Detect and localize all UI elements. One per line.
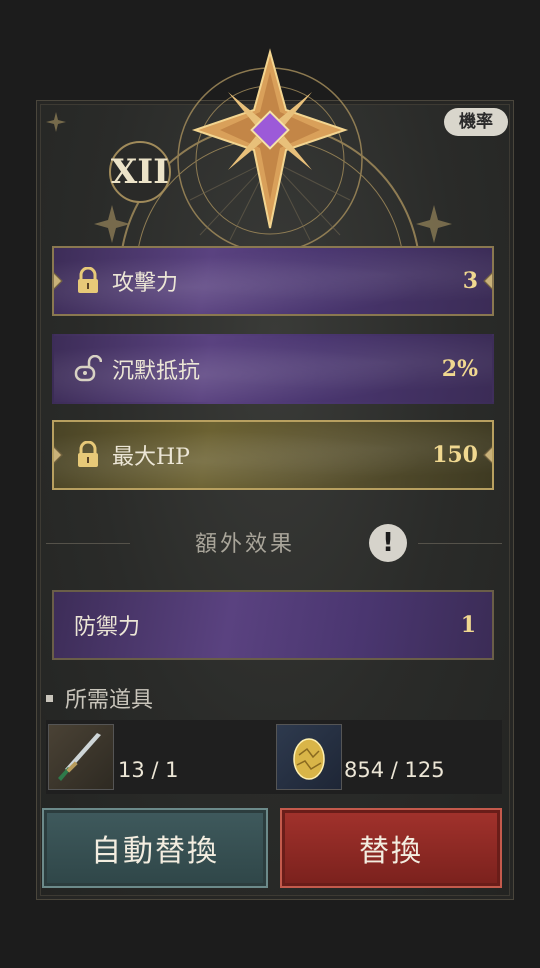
extra-effect-value: 1: [460, 612, 476, 638]
required-items-row: [46, 720, 502, 794]
bullet-icon: [46, 694, 53, 702]
extra-effect-title: 額外效果: [194, 532, 295, 557]
info-alert-icon[interactable]: !: [369, 524, 407, 562]
auto-replace-button[interactable]: 自動替換: [42, 808, 268, 888]
divider: [418, 543, 502, 544]
stat-row-attack[interactable]: 攻擊力 3: [52, 246, 494, 316]
stat-name: 攻擊力: [112, 271, 179, 296]
stat-value: 3: [462, 268, 478, 294]
stat-name: 最大HP: [112, 445, 190, 470]
stat-name: 沉默抵抗: [112, 359, 201, 384]
stat-row-silence-resist[interactable]: 沉默抵抗 2%: [52, 334, 494, 404]
dagger-icon[interactable]: [48, 724, 114, 790]
item-count: 854 / 125: [344, 758, 445, 782]
stat-row-max-hp[interactable]: 最大HP 150: [52, 420, 494, 490]
unlock-icon[interactable]: [68, 349, 108, 389]
gold-egg-icon[interactable]: [276, 724, 342, 790]
extra-effect-name: 防禦力: [74, 615, 141, 640]
replace-button[interactable]: 替換: [280, 808, 502, 888]
stat-value: 2%: [441, 356, 478, 382]
divider: [46, 543, 130, 544]
probability-button[interactable]: 機率: [444, 108, 508, 136]
lock-icon[interactable]: [68, 435, 108, 475]
item-count: 13 / 1: [118, 758, 179, 782]
lock-icon[interactable]: [68, 261, 108, 301]
stat-value: 150: [432, 442, 478, 468]
required-items-title: 所需道具: [46, 682, 153, 714]
rank-numeral: XII: [110, 152, 170, 192]
extra-effect-row: 防禦力 1: [52, 590, 494, 660]
